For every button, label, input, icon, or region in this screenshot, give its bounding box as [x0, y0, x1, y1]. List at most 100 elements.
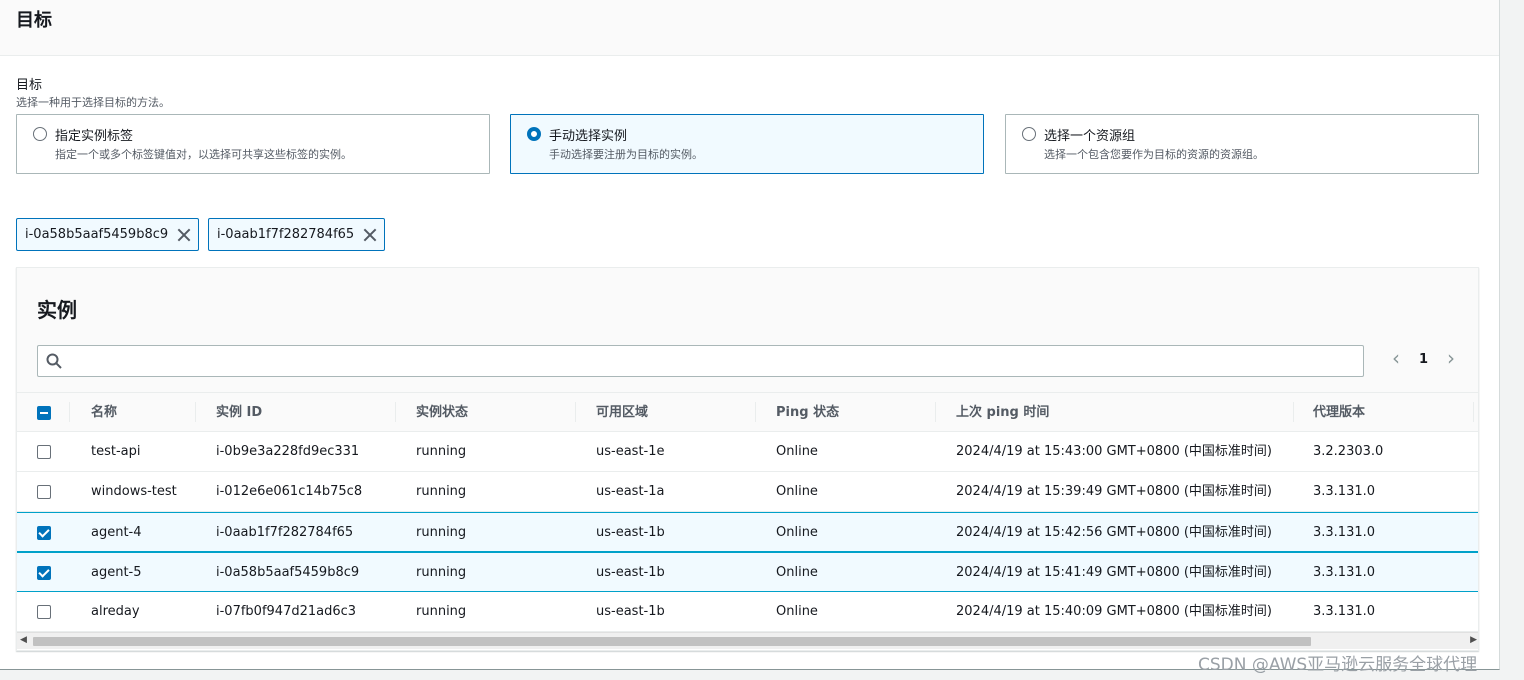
cell-agent-version: 3.3.131.0 — [1313, 525, 1376, 540]
selected-instance-token: i-0a58b5aaf5459b8c9 — [16, 218, 200, 251]
cell-last-ping-time: 2024/4/19 at 15:43:00 GMT+0800 (中国标准时间) — [956, 444, 1272, 459]
radio-specify-tags[interactable] — [33, 127, 47, 141]
token-label: i-0a58b5aaf5459b8c9 — [25, 227, 169, 242]
search-input[interactable] — [37, 345, 1364, 377]
targets-field-label: 目标 — [16, 78, 43, 93]
column-separator — [69, 402, 70, 422]
tile-resource-group[interactable]: 选择一个资源组 选择一个包含您要作为目标的资源的资源组。 — [1005, 114, 1479, 174]
scroll-right-arrow-icon[interactable]: ▶ — [1470, 635, 1477, 645]
cell-name: alreday — [91, 604, 140, 619]
column-separator — [935, 402, 936, 422]
chevron-right-icon[interactable]: › — [1444, 348, 1458, 368]
chevron-left-icon[interactable]: ‹ — [1389, 348, 1403, 368]
cell-ping-status: Online — [776, 484, 818, 499]
table-row[interactable]: test-api i-0b9e3a228fd9ec331 running us-… — [17, 432, 1478, 472]
tile-description: 手动选择要注册为目标的实例。 — [549, 148, 703, 161]
cell-agent-version: 3.3.131.0 — [1313, 604, 1376, 619]
selected-instance-token: i-0aab1f7f282784f65 — [208, 218, 386, 251]
cell-instance-id: i-0a58b5aaf5459b8c9 — [216, 565, 360, 580]
column-separator — [1293, 402, 1294, 422]
cell-instance-state: running — [416, 604, 467, 619]
cell-availability-zone: us-east-1e — [596, 444, 665, 459]
remove-token-icon[interactable] — [176, 227, 192, 243]
column-header-availability-zone[interactable]: 可用区域 — [596, 393, 648, 433]
column-header-agent-version[interactable]: 代理版本 — [1313, 393, 1365, 433]
token-label: i-0aab1f7f282784f65 — [217, 227, 355, 242]
table-header-area: 实例 ‹ 1 › — [17, 268, 1478, 392]
cell-availability-zone: us-east-1b — [596, 565, 665, 580]
cell-last-ping-time: 2024/4/19 at 15:40:09 GMT+0800 (中国标准时间) — [956, 604, 1272, 619]
row-checkbox[interactable] — [37, 445, 51, 459]
radio-resource-group[interactable] — [1022, 127, 1036, 141]
pagination: ‹ 1 › — [1389, 348, 1458, 368]
cell-last-ping-time: 2024/4/19 at 15:39:49 GMT+0800 (中国标准时间) — [956, 484, 1272, 499]
cell-availability-zone: us-east-1b — [596, 604, 665, 619]
cell-name: test-api — [91, 444, 141, 459]
cell-instance-id: i-012e6e061c14b75c8 — [216, 484, 363, 499]
column-header-instance-state[interactable]: 实例状态 — [416, 393, 468, 433]
scrollbar-thumb[interactable] — [33, 637, 1311, 646]
cell-name: agent-4 — [91, 525, 142, 540]
cell-agent-version: 3.2.2303.0 — [1313, 444, 1384, 459]
cell-agent-version: 3.3.131.0 — [1313, 565, 1376, 580]
column-header-ping-status[interactable]: Ping 状态 — [776, 393, 839, 433]
cell-agent-version: 3.3.131.0 — [1313, 484, 1376, 499]
tile-label: 指定实例标签 — [55, 129, 134, 144]
cell-name: windows-test — [91, 484, 177, 499]
tile-description: 指定一个或多个标签键值对，以选择可共享这些标签的实例。 — [55, 148, 352, 161]
cell-ping-status: Online — [776, 604, 818, 619]
tile-specify-tags[interactable]: 指定实例标签 指定一个或多个标签键值对，以选择可共享这些标签的实例。 — [16, 114, 490, 174]
column-header-name[interactable]: 名称 — [91, 393, 117, 433]
targets-field-description: 选择一种用于选择目标的方法。 — [16, 96, 170, 109]
cell-ping-status: Online — [776, 444, 818, 459]
targets-panel: 目标 目标 选择一种用于选择目标的方法。 指定实例标签 指定一个或多个标签键值对… — [0, 0, 1500, 670]
cell-name: agent-5 — [91, 565, 142, 580]
cell-instance-id: i-0aab1f7f282784f65 — [216, 525, 354, 540]
column-header-instance-id[interactable]: 实例 ID — [216, 393, 262, 433]
cell-last-ping-time: 2024/4/19 at 15:42:56 GMT+0800 (中国标准时间) — [956, 525, 1272, 540]
remove-token-icon[interactable] — [362, 227, 378, 243]
row-checkbox[interactable] — [37, 605, 51, 619]
table-row[interactable]: alreday i-07fb0f947d21ad6c3 running us-e… — [17, 592, 1478, 632]
table-row[interactable]: windows-test i-012e6e061c14b75c8 running… — [17, 472, 1478, 512]
tile-manual-select[interactable]: 手动选择实例 手动选择要注册为目标的实例。 — [510, 114, 984, 174]
column-separator — [1473, 402, 1474, 422]
search-icon — [46, 353, 62, 369]
cell-instance-state: running — [416, 565, 467, 580]
column-separator — [195, 402, 196, 422]
cell-ping-status: Online — [776, 565, 818, 580]
tile-label: 手动选择实例 — [549, 129, 628, 144]
row-checkbox[interactable] — [37, 566, 51, 580]
table-header-row: 名称 实例 ID 实例状态 可用区域 Ping 状态 上次 ping 时间 代理… — [17, 392, 1478, 433]
cell-ping-status: Online — [776, 525, 818, 540]
column-separator — [755, 402, 756, 422]
column-separator — [395, 402, 396, 422]
cell-availability-zone: us-east-1b — [596, 525, 665, 540]
table-row-selected[interactable]: agent-4 i-0aab1f7f282784f65 running us-e… — [17, 512, 1478, 552]
cell-instance-state: running — [416, 484, 467, 499]
table-title: 实例 — [37, 298, 77, 322]
select-all-checkbox[interactable] — [37, 406, 51, 420]
instances-table: 名称 实例 ID 实例状态 可用区域 Ping 状态 上次 ping 时间 代理… — [17, 392, 1478, 632]
panel-header: 目标 — [0, 0, 1499, 56]
cell-availability-zone: us-east-1a — [596, 484, 665, 499]
tile-label: 选择一个资源组 — [1044, 129, 1136, 144]
cell-instance-id: i-0b9e3a228fd9ec331 — [216, 444, 360, 459]
cell-last-ping-time: 2024/4/19 at 15:41:49 GMT+0800 (中国标准时间) — [956, 565, 1272, 580]
horizontal-scrollbar[interactable]: ◀ ▶ — [17, 632, 1478, 649]
watermark: CSDN @AWS亚马逊云服务全球代理 — [1198, 655, 1478, 675]
cell-instance-id: i-07fb0f947d21ad6c3 — [216, 604, 357, 619]
instances-table-container: 实例 ‹ 1 › 名称 实例 ID 实例状态 可用区域 Ping 状态 上次 p… — [16, 267, 1479, 651]
current-page[interactable]: 1 — [1419, 352, 1428, 367]
row-checkbox[interactable] — [37, 485, 51, 499]
column-separator — [575, 402, 576, 422]
row-checkbox[interactable] — [37, 526, 51, 540]
column-header-last-ping-time[interactable]: 上次 ping 时间 — [956, 393, 1049, 433]
tile-description: 选择一个包含您要作为目标的资源的资源组。 — [1044, 148, 1264, 161]
cell-instance-state: running — [416, 444, 467, 459]
target-method-tiles: 指定实例标签 指定一个或多个标签键值对，以选择可共享这些标签的实例。 手动选择实… — [16, 114, 1479, 174]
scroll-left-arrow-icon[interactable]: ◀ — [20, 635, 27, 645]
table-row-selected[interactable]: agent-5 i-0a58b5aaf5459b8c9 running us-e… — [17, 552, 1478, 592]
radio-manual-select[interactable] — [527, 127, 541, 141]
panel-title: 目标 — [16, 10, 52, 31]
